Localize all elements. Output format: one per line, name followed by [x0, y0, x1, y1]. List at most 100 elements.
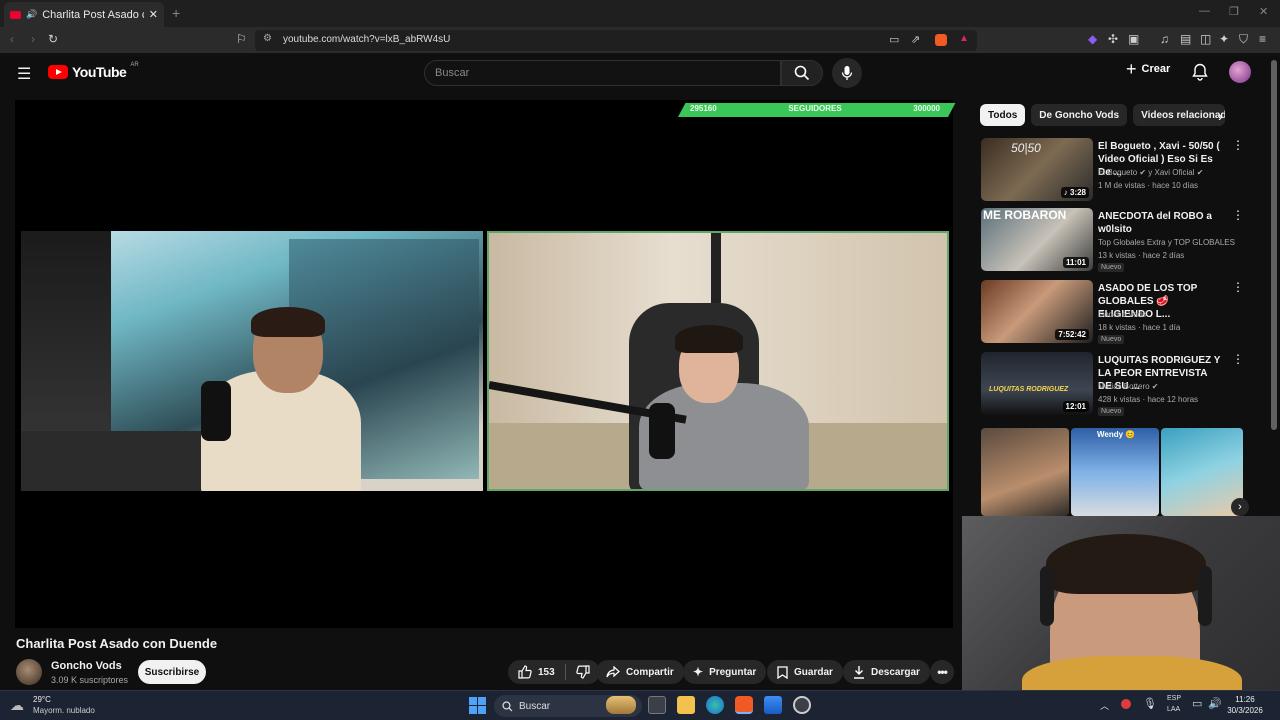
- new-badge: Nuevo: [1098, 407, 1125, 416]
- bookmark-icon[interactable]: ⚐: [236, 32, 247, 46]
- store-icon[interactable]: [764, 696, 782, 714]
- task-view-icon[interactable]: [648, 696, 666, 714]
- recommendation-thumbnail[interactable]: ME ROBARON 11:01: [981, 208, 1093, 271]
- sidebar-icon[interactable]: ▤: [1180, 32, 1191, 46]
- microphone-icon: [841, 66, 853, 80]
- page-scrollbar[interactable]: [1271, 60, 1277, 430]
- reload-icon[interactable]: ↻: [48, 32, 58, 46]
- recommendation-channel[interactable]: El Bogueto ✔ y Xavi Oficial ✔: [1098, 168, 1203, 177]
- like-button[interactable]: 153: [518, 665, 555, 679]
- new-tab-button[interactable]: +: [172, 5, 180, 21]
- short-thumbnail[interactable]: [1071, 428, 1159, 516]
- recommendation-item[interactable]: 7:52:42 ASADO DE LOS TOP GLOBALES 🥩 ELIG…: [981, 280, 1244, 346]
- extensions-puzzle-icon[interactable]: ✣: [1108, 32, 1118, 46]
- followers-progress-labels: 295160 SEGUIDORES 300000: [690, 104, 940, 116]
- recommendation-thumbnail[interactable]: LUQUITAS RODRIGUEZ 12:01: [981, 352, 1093, 415]
- video-duration: 7:52:42: [1055, 329, 1089, 340]
- viewer-shirt: [1022, 656, 1242, 692]
- download-button[interactable]: Descargar: [843, 660, 930, 684]
- close-tab-icon[interactable]: ✕: [149, 8, 158, 21]
- chips-next-icon[interactable]: ›: [1218, 108, 1223, 124]
- menu-icon[interactable]: ≡: [1259, 32, 1266, 46]
- share-page-icon[interactable]: ⇗: [911, 33, 920, 46]
- weather-description[interactable]: Mayorm. nublado: [33, 706, 95, 715]
- viewer-hair: [1046, 534, 1206, 594]
- more-vertical-icon[interactable]: ⋮: [1232, 209, 1244, 221]
- site-settings-icon[interactable]: ⚙: [263, 33, 272, 44]
- keyboard-language[interactable]: ESP: [1167, 695, 1181, 702]
- search-input[interactable]: Buscar: [424, 60, 781, 86]
- youtube-favicon-icon: [10, 10, 21, 19]
- recommendation-title[interactable]: ANECDOTA del ROBO a w0lsito: [1098, 210, 1222, 236]
- more-vertical-icon[interactable]: ⋮: [1232, 281, 1244, 293]
- recommendation-thumbnail[interactable]: 7:52:42: [981, 280, 1093, 343]
- chip-channel[interactable]: De Goncho Vods: [1031, 104, 1128, 126]
- tray-chevron-icon[interactable]: ︿: [1100, 699, 1109, 712]
- user-avatar[interactable]: [1229, 61, 1251, 83]
- brave-shields-icon[interactable]: [935, 34, 947, 46]
- short-thumbnail[interactable]: [981, 428, 1069, 516]
- download-icon: [854, 666, 864, 679]
- voice-search-button[interactable]: [832, 58, 862, 88]
- brave-rewards-icon[interactable]: ▲: [959, 33, 969, 44]
- recommendation-item[interactable]: LUQUITAS RODRIGUEZ 12:01 LUQUITAS RODRIG…: [981, 352, 1244, 418]
- wallet-icon-2[interactable]: ◫: [1200, 32, 1211, 46]
- forward-icon[interactable]: ›: [31, 32, 35, 46]
- extension-icon[interactable]: ◆: [1088, 32, 1097, 46]
- subscribe-button[interactable]: Suscribirse: [138, 660, 206, 684]
- chip-all[interactable]: Todos: [980, 104, 1026, 126]
- share-button[interactable]: Compartir: [596, 660, 684, 684]
- sparkle-icon: ✦: [693, 665, 704, 679]
- vpn-shield-icon[interactable]: ⛉: [1239, 32, 1248, 47]
- tray-mic-icon[interactable]: 🎙: [1143, 697, 1157, 710]
- notifications-bell-icon[interactable]: [1192, 63, 1208, 81]
- search-button[interactable]: [781, 60, 823, 86]
- more-vertical-icon[interactable]: ⋮: [1232, 139, 1244, 151]
- leo-ai-icon[interactable]: ✦: [1219, 32, 1229, 46]
- back-icon[interactable]: ‹: [10, 32, 14, 46]
- recommendation-channel[interactable]: Matias Bottero ✔: [1098, 382, 1159, 391]
- followers-goal: 300000: [913, 104, 940, 113]
- speaker-icon[interactable]: 🔊: [26, 9, 37, 20]
- volume-icon[interactable]: 🔊: [1208, 697, 1222, 710]
- youtube-logo[interactable]: YouTube AR: [48, 62, 139, 80]
- ask-button[interactable]: ✦ Preguntar: [683, 660, 767, 684]
- music-icon[interactable]: ♫: [1160, 32, 1169, 46]
- brave-browser-icon[interactable]: [735, 696, 753, 714]
- edge-browser-icon[interactable]: [706, 696, 724, 714]
- new-badge: Nuevo: [1098, 263, 1125, 272]
- close-window-icon[interactable]: ✕: [1259, 5, 1268, 18]
- recommendation-channel[interactable]: Top Globales Extra y TOP GLOBALES: [1098, 238, 1235, 247]
- hamburger-menu-icon[interactable]: ☰: [17, 64, 31, 84]
- more-vertical-icon[interactable]: ⋮: [1232, 353, 1244, 365]
- chip-related[interactable]: Videos relacionado: [1133, 104, 1226, 126]
- maximize-icon[interactable]: ❐: [1229, 5, 1239, 18]
- more-actions-button[interactable]: •••: [930, 660, 954, 684]
- recommendation-item[interactable]: ME ROBARON 11:01 ANECDOTA del ROBO a w0l…: [981, 208, 1244, 274]
- browser-tab[interactable]: 🔊 Charlita Post Asado con Duende ✕: [4, 2, 164, 27]
- wallet-icon[interactable]: ▣: [1128, 32, 1139, 46]
- recommendation-item[interactable]: 50|50 ♪ 3:28 El Bogueto , Xavi - 50/50 (…: [981, 138, 1244, 204]
- start-windows-icon[interactable]: [469, 697, 486, 714]
- file-explorer-icon[interactable]: [677, 696, 695, 714]
- weather-temperature[interactable]: 29°C: [33, 695, 51, 704]
- save-button[interactable]: Guardar: [767, 660, 843, 684]
- shorts-next-icon[interactable]: ›: [1231, 498, 1249, 516]
- tray-app-icon[interactable]: [1121, 699, 1131, 709]
- create-button[interactable]: + Crear: [1126, 60, 1170, 78]
- url-field[interactable]: ⚙ youtube.com/watch?v=lxB_abRW4sU ▭ ⇗ ▲: [255, 30, 977, 51]
- clock-time[interactable]: 11:26: [1221, 695, 1269, 704]
- search-highlight-icon[interactable]: [606, 696, 636, 714]
- recommendation-thumbnail[interactable]: 50|50 ♪ 3:28: [981, 138, 1093, 201]
- channel-name[interactable]: Goncho Vods: [51, 660, 122, 672]
- minimize-icon[interactable]: —: [1199, 5, 1210, 17]
- recommendation-channel[interactable]: Goncho Vods: [1098, 310, 1146, 319]
- keyboard-layout[interactable]: LAA: [1167, 706, 1180, 713]
- network-icon[interactable]: ▭: [1192, 697, 1202, 710]
- weather-cloud-icon[interactable]: ☁: [10, 697, 24, 714]
- clock-date[interactable]: 30/3/2026: [1221, 706, 1269, 715]
- settings-app-icon[interactable]: [793, 696, 811, 714]
- channel-avatar[interactable]: [16, 659, 42, 685]
- cast-icon[interactable]: ▭: [889, 33, 899, 46]
- right-webcam-feed: [487, 231, 949, 491]
